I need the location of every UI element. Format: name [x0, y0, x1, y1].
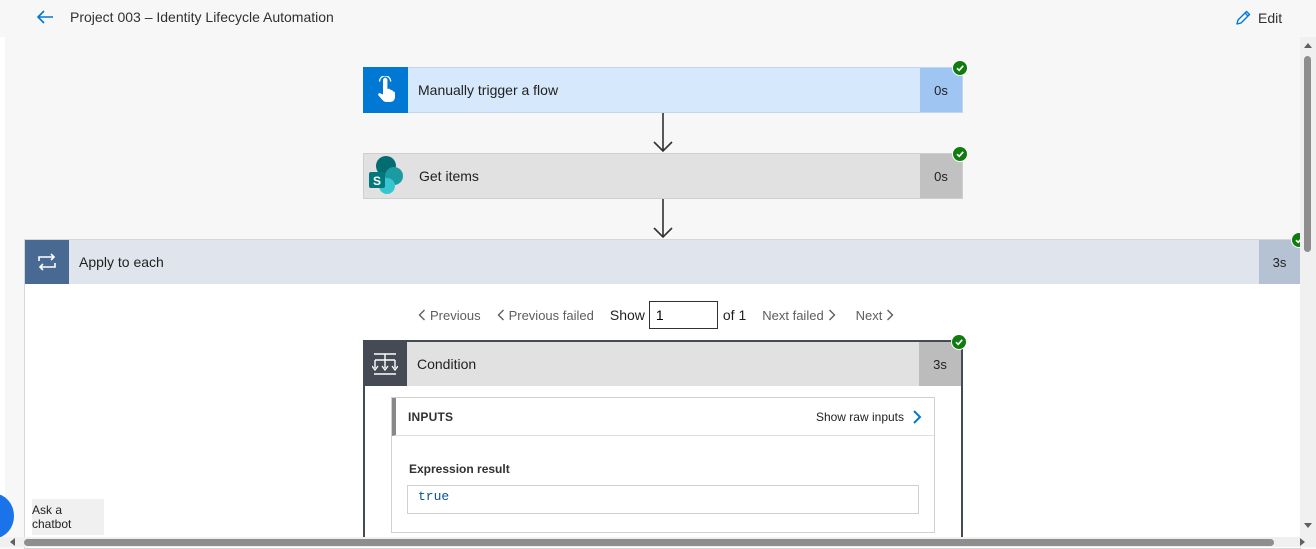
condition-header[interactable]: Condition 3s	[363, 342, 961, 386]
iteration-input[interactable]	[648, 301, 718, 329]
connector-arrow	[651, 199, 675, 239]
show-raw-inputs-link[interactable]: Show raw inputs	[816, 409, 922, 425]
condition-label: Condition	[417, 356, 477, 372]
touch-hand-icon	[377, 76, 395, 102]
next-failed-button[interactable]: Next failed	[762, 307, 836, 323]
previous-failed-label: Previous failed	[508, 307, 594, 323]
previous-failed-button[interactable]: Previous failed	[497, 308, 594, 323]
svg-text:S: S	[372, 174, 380, 188]
chevron-right-icon	[913, 409, 922, 424]
connector-arrow	[651, 113, 675, 153]
expression-result-label: Expression result	[409, 462, 510, 476]
pencil-icon	[1236, 10, 1251, 25]
inputs-title: INPUTS	[408, 409, 454, 424]
success-check-icon	[952, 60, 968, 76]
condition-icon-box	[363, 342, 407, 386]
show-raw-inputs-label: Show raw inputs	[815, 409, 904, 424]
canvas-edge	[0, 37, 5, 537]
condition-icon	[372, 353, 398, 375]
next-failed-label: Next failed	[762, 307, 824, 323]
edit-label: Edit	[1258, 10, 1283, 26]
horizontal-scroll-thumb[interactable]	[24, 539, 1274, 546]
previous-label: Previous	[430, 307, 481, 323]
get-items-icon-box: S	[364, 154, 409, 198]
trigger-icon-box	[363, 67, 408, 113]
iteration-total: of 1	[722, 307, 747, 323]
vertical-scroll-thumb[interactable]	[1304, 56, 1311, 252]
next-label: Next	[855, 307, 883, 323]
apply-to-each-icon-box	[25, 240, 69, 284]
sharepoint-icon: S	[368, 156, 403, 194]
next-button[interactable]: Next	[856, 308, 895, 323]
previous-button[interactable]: Previous	[418, 308, 481, 323]
inputs-header: INPUTS Show raw inputs	[392, 398, 934, 436]
scroll-right-icon[interactable]	[1300, 538, 1305, 546]
loop-icon	[38, 253, 56, 271]
arrow-left-icon	[36, 10, 53, 24]
apply-to-each-label: Apply to each	[79, 254, 164, 270]
chevron-left-icon	[497, 309, 504, 321]
scroll-left-icon[interactable]	[10, 538, 15, 546]
page-title: Project 003 – Identity Lifecycle Automat…	[70, 9, 334, 25]
chatbot-button[interactable]	[0, 494, 14, 538]
iteration-pager: Previous Previous failed Show of 1 Next …	[418, 300, 894, 330]
scroll-up-icon[interactable]	[1304, 43, 1312, 48]
chevron-right-icon	[828, 309, 836, 321]
get-items-card[interactable]: S Get items 0s	[363, 153, 963, 199]
scroll-down-icon[interactable]	[1304, 523, 1312, 528]
show-label: Show	[609, 307, 645, 323]
expression-result-value: true	[407, 485, 919, 514]
ask-chatbot-button[interactable]: Ask a chatbot	[32, 499, 104, 535]
apply-to-each-header[interactable]: Apply to each 3s	[25, 240, 1300, 284]
chevron-left-icon	[418, 309, 425, 321]
success-check-icon	[952, 146, 968, 162]
back-button[interactable]	[34, 6, 56, 28]
trigger-card[interactable]: Manually trigger a flow 0s	[363, 67, 963, 113]
get-items-label: Get items	[419, 168, 479, 184]
edit-button[interactable]: Edit	[1234, 6, 1282, 30]
success-check-icon	[951, 334, 967, 350]
chevron-right-icon	[887, 309, 894, 321]
trigger-label: Manually trigger a flow	[418, 82, 559, 98]
